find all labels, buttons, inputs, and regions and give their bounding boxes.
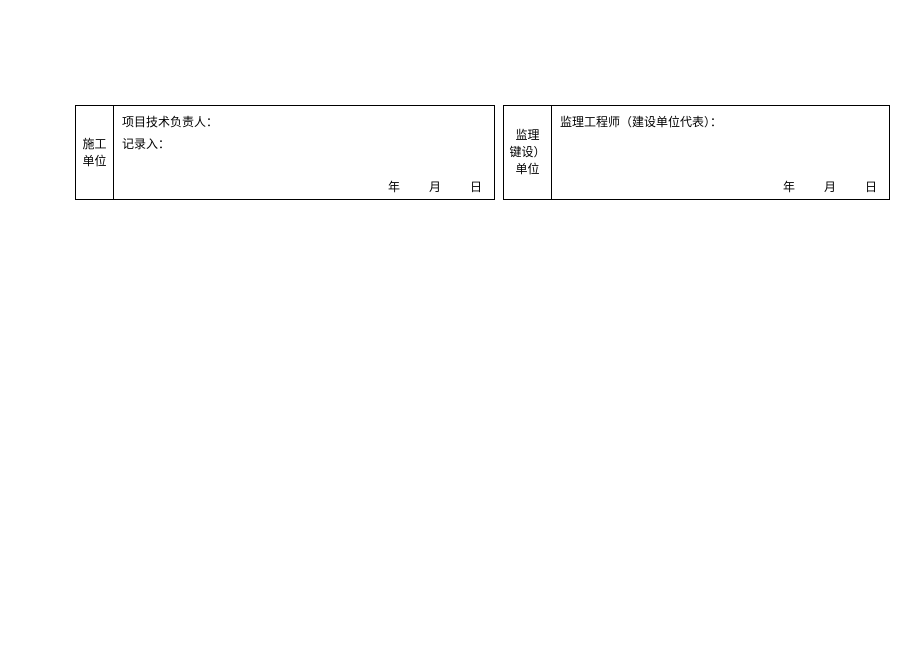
label-text: 施工单位 [78, 136, 111, 170]
signature-table: 施工单位 项目技术负责人： 记录入： 年 月 日 监理键设）单位 监理工程师（建… [75, 105, 890, 200]
date-row: 年 月 日 [366, 178, 484, 195]
recorder-line: 记录入： [122, 134, 486, 156]
month-label: 月 [824, 180, 838, 194]
supervision-unit-label: 监理键设）单位 [504, 106, 552, 199]
engineer-line: 监理工程师（建设单位代表）： [560, 112, 881, 134]
construction-unit-label: 施工单位 [76, 106, 114, 199]
date-row: 年 月 日 [761, 178, 879, 195]
day-label: 日 [865, 180, 879, 194]
year-label: 年 [783, 180, 797, 194]
construction-unit-box: 施工单位 项目技术负责人： 记录入： 年 月 日 [75, 105, 495, 200]
month-label: 月 [429, 180, 443, 194]
label-text: 监理键设）单位 [506, 127, 549, 177]
supervision-content: 监理工程师（建设单位代表）： 年 月 日 [552, 106, 889, 199]
construction-content: 项目技术负责人： 记录入： 年 月 日 [114, 106, 494, 199]
content-lines: 项目技术负责人： 记录入： [122, 112, 486, 155]
day-label: 日 [470, 180, 484, 194]
year-label: 年 [388, 180, 402, 194]
tech-leader-line: 项目技术负责人： [122, 112, 486, 134]
supervision-unit-box: 监理键设）单位 监理工程师（建设单位代表）： 年 月 日 [503, 105, 890, 200]
content-lines: 监理工程师（建设单位代表）： [560, 112, 881, 134]
